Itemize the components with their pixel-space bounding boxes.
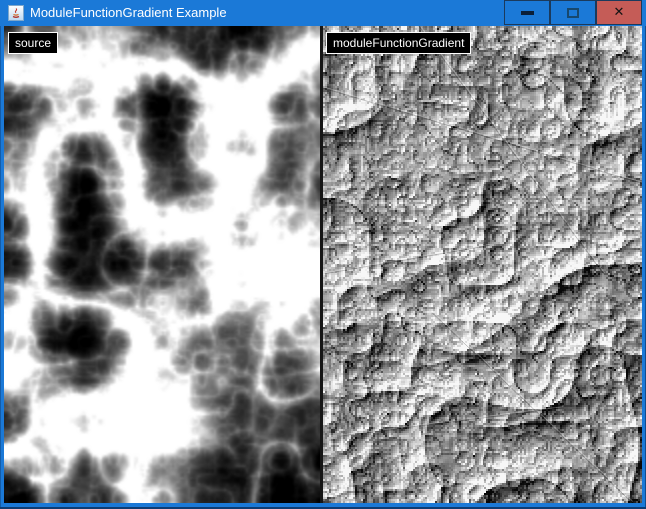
app-window: ModuleFunctionGradient Example ✕ source … bbox=[0, 0, 646, 509]
maximize-icon bbox=[567, 8, 579, 18]
panel-module-function-gradient: moduleFunctionGradient bbox=[323, 26, 642, 503]
close-icon: ✕ bbox=[614, 6, 625, 19]
window-title: ModuleFunctionGradient Example bbox=[30, 0, 227, 26]
titlebar[interactable]: ModuleFunctionGradient Example ✕ bbox=[0, 0, 646, 26]
maximize-button[interactable] bbox=[550, 0, 596, 25]
module-function-gradient-image bbox=[323, 26, 642, 503]
source-label: source bbox=[8, 32, 58, 54]
window-controls: ✕ bbox=[504, 0, 642, 26]
close-button[interactable]: ✕ bbox=[596, 0, 642, 25]
source-image bbox=[4, 26, 320, 503]
minimize-button[interactable] bbox=[504, 0, 550, 25]
panel-source: source bbox=[4, 26, 320, 503]
minimize-icon bbox=[521, 11, 534, 15]
canvas-area: source moduleFunctionGradient bbox=[4, 26, 642, 503]
java-coffee-cup-icon bbox=[8, 5, 24, 21]
module-function-gradient-label: moduleFunctionGradient bbox=[326, 32, 471, 54]
